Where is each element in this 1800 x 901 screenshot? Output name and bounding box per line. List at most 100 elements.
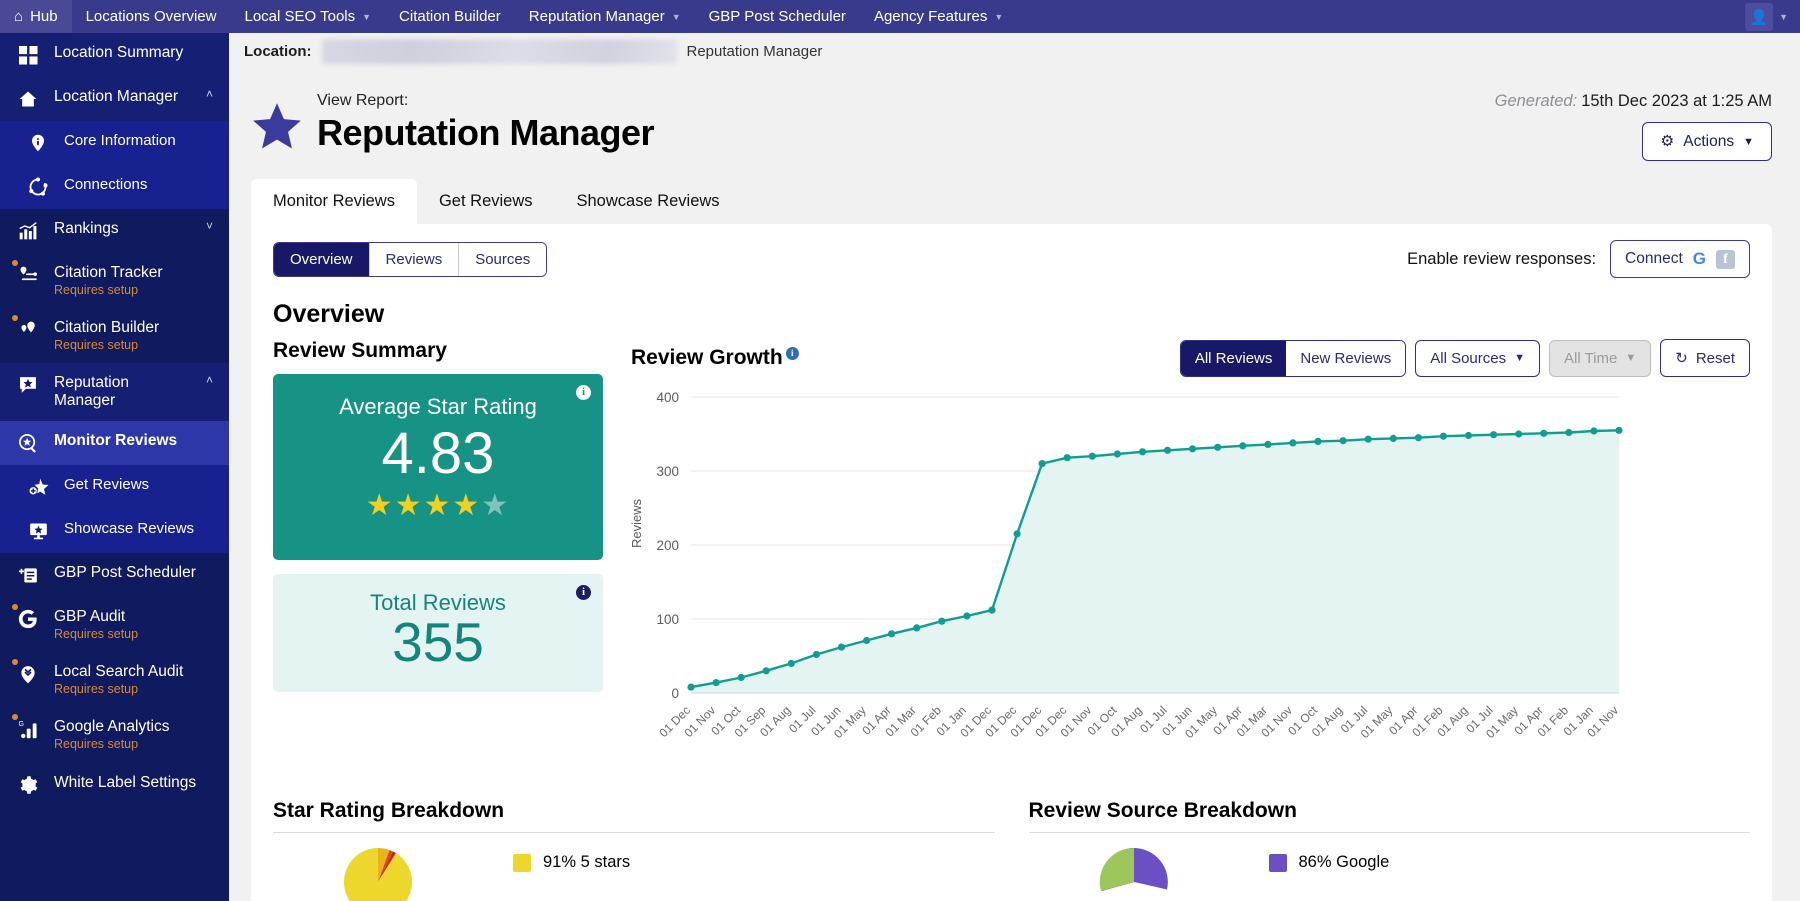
- subtab-overview[interactable]: Overview: [274, 243, 370, 276]
- sidebar-item-label: Location Summary: [54, 44, 183, 62]
- all-sources-filter[interactable]: All Sources ▼: [1415, 340, 1540, 377]
- tab-showcase-reviews[interactable]: Showcase Reviews: [555, 179, 742, 224]
- sidebar-item-local-search-audit[interactable]: Local Search AuditRequires setup: [0, 652, 229, 707]
- chart-data-point[interactable]: [1590, 427, 1597, 434]
- chart-data-point[interactable]: [1615, 427, 1622, 434]
- chart-data-point[interactable]: [863, 637, 870, 644]
- sidebar-item-core-information[interactable]: Core Information: [0, 121, 229, 165]
- user-avatar-icon[interactable]: 👤: [1745, 3, 1773, 31]
- sidebar-item-labels: Connections: [64, 176, 147, 193]
- subtab-sources[interactable]: Sources: [459, 243, 546, 276]
- chart-data-point[interactable]: [738, 674, 745, 681]
- sidebar-item-label: Rankings: [54, 220, 119, 238]
- chart-data-point[interactable]: [813, 651, 820, 658]
- subtab-row: OverviewReviewsSources Enable review res…: [273, 240, 1750, 278]
- chart-data-point[interactable]: [1189, 445, 1196, 452]
- star-rating-display: ★★★★★: [273, 488, 603, 523]
- chart-data-point[interactable]: [1264, 441, 1271, 448]
- info-icon[interactable]: i: [576, 385, 591, 400]
- star-rating-pie-svg: [288, 847, 468, 901]
- chart-data-point[interactable]: [1164, 447, 1171, 454]
- info-icon[interactable]: i: [576, 585, 591, 600]
- chart-data-point[interactable]: [1139, 448, 1146, 455]
- segment-all-reviews[interactable]: All Reviews: [1181, 341, 1287, 376]
- top-navigation-bar: ⌂ Hub Locations Overview Local SEO Tools…: [0, 0, 1800, 33]
- chart-data-point[interactable]: [1014, 530, 1021, 537]
- chart-data-point[interactable]: [838, 644, 845, 651]
- bar-chart-icon: [16, 220, 40, 242]
- actions-button[interactable]: ⚙ Actions ▼: [1642, 122, 1772, 161]
- post-scheduler-icon: [16, 564, 40, 586]
- connections-icon: [26, 176, 50, 198]
- chart-data-point[interactable]: [687, 684, 694, 691]
- sidebar-item-labels: Citation BuilderRequires setup: [54, 319, 159, 352]
- topnav-account-area[interactable]: 👤 ▼: [1745, 3, 1800, 31]
- sidebar-item-connections[interactable]: Connections: [0, 165, 229, 209]
- chart-data-point[interactable]: [713, 679, 720, 686]
- chart-data-point[interactable]: [1089, 453, 1096, 460]
- page-title: Reputation Manager: [317, 112, 654, 154]
- reset-button[interactable]: ↻ Reset: [1660, 339, 1750, 377]
- sidebar-item-showcase-reviews[interactable]: Showcase Reviews: [0, 509, 229, 553]
- chart-data-point[interactable]: [1340, 437, 1347, 444]
- sidebar-item-white-label-settings[interactable]: White Label Settings: [0, 763, 229, 807]
- chart-data-point[interactable]: [888, 630, 895, 637]
- chart-data-point[interactable]: [1465, 432, 1472, 439]
- chart-data-point[interactable]: [1415, 434, 1422, 441]
- topnav-item-agency-features[interactable]: Agency Features ▼: [860, 0, 1017, 33]
- chart-data-point[interactable]: [1390, 435, 1397, 442]
- chart-data-point[interactable]: [1440, 433, 1447, 440]
- chart-data-point[interactable]: [988, 607, 995, 614]
- subtab-reviews[interactable]: Reviews: [370, 243, 460, 276]
- chart-data-point[interactable]: [1314, 438, 1321, 445]
- topnav-item-hub[interactable]: ⌂ Hub: [0, 0, 72, 33]
- chart-data-point[interactable]: [1365, 436, 1372, 443]
- chart-data-point[interactable]: [1114, 450, 1121, 457]
- review-source-breakdown: Review Source Breakdown 86% Google: [1029, 799, 1751, 901]
- chart-data-point[interactable]: [1540, 430, 1547, 437]
- topnav-item-locations-overview[interactable]: Locations Overview: [72, 0, 231, 33]
- y-axis-tick: 400: [656, 390, 679, 405]
- sidebar-item-location-summary[interactable]: Location Summary: [0, 33, 229, 77]
- breadcrumb: Reputation Manager: [687, 43, 823, 60]
- chart-data-point[interactable]: [763, 667, 770, 674]
- sidebar-item-gbp-audit[interactable]: GBP AuditRequires setup: [0, 597, 229, 652]
- sidebar-item-get-reviews[interactable]: Get Reviews: [0, 465, 229, 509]
- tab-get-reviews[interactable]: Get Reviews: [417, 179, 555, 224]
- chart-data-point[interactable]: [1214, 444, 1221, 451]
- topnav-item-local-seo-tools[interactable]: Local SEO Tools ▼: [231, 0, 386, 33]
- chart-data-point[interactable]: [1515, 430, 1522, 437]
- tab-monitor-reviews[interactable]: Monitor Reviews: [251, 179, 417, 224]
- sidebar-item-citation-tracker[interactable]: Citation TrackerRequires setup: [0, 253, 229, 308]
- chart-data-point[interactable]: [913, 624, 920, 631]
- sidebar-item-gbp-post-scheduler[interactable]: GBP Post Scheduler: [0, 553, 229, 597]
- chart-data-point[interactable]: [963, 612, 970, 619]
- topnav-item-reputation-manager[interactable]: Reputation Manager ▼: [515, 0, 695, 33]
- chart-data-point[interactable]: [1565, 429, 1572, 436]
- sidebar-item-rankings[interactable]: Rankings ˅: [0, 209, 229, 253]
- time-range-filter[interactable]: All Time ▼: [1549, 340, 1651, 377]
- chart-data-point[interactable]: [1039, 460, 1046, 467]
- sidebar-item-google-analytics[interactable]: GGoogle AnalyticsRequires setup: [0, 707, 229, 762]
- chart-data-point[interactable]: [938, 618, 945, 625]
- chevron-up-icon[interactable]: ˄: [206, 88, 219, 102]
- sidebar-item-reputation-manager[interactable]: Reputation Manager˄: [0, 363, 229, 421]
- review-source-breakdown-title: Review Source Breakdown: [1029, 799, 1751, 832]
- chart-data-point[interactable]: [1239, 442, 1246, 449]
- segment-new-reviews[interactable]: New Reviews: [1286, 341, 1405, 376]
- connect-button[interactable]: Connect G f: [1610, 240, 1750, 278]
- topnav-item-gbp-post-scheduler[interactable]: GBP Post Scheduler: [695, 0, 860, 33]
- chart-data-point[interactable]: [1289, 439, 1296, 446]
- chart-data-point[interactable]: [788, 660, 795, 667]
- topnav-item-citation-builder[interactable]: Citation Builder: [385, 0, 515, 33]
- sidebar-item-citation-builder[interactable]: Citation BuilderRequires setup: [0, 308, 229, 363]
- chart-data-point[interactable]: [1490, 431, 1497, 438]
- sidebar-item-location-manager[interactable]: Location Manager˄: [0, 77, 229, 121]
- chart-data-point[interactable]: [1064, 454, 1071, 461]
- sidebar-item-monitor-reviews[interactable]: Monitor Reviews: [0, 421, 229, 465]
- chevron-down-icon[interactable]: ˅: [206, 220, 219, 234]
- chevron-up-icon[interactable]: ˄: [206, 374, 219, 388]
- info-icon[interactable]: i: [786, 347, 799, 360]
- chevron-down-icon[interactable]: ▼: [1779, 12, 1788, 22]
- half-star-icon: ★: [481, 489, 510, 522]
